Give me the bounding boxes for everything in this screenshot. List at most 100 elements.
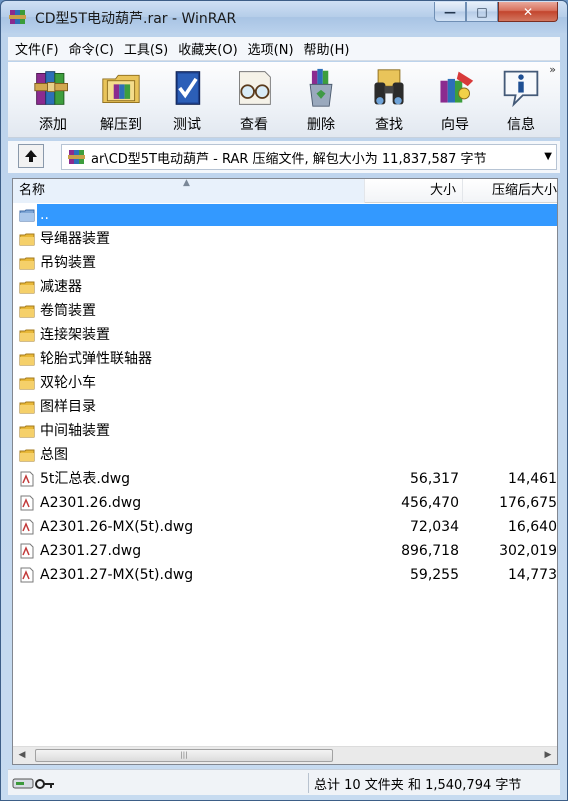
menu-tools[interactable]: 工具(S) xyxy=(120,39,172,58)
scroll-left-arrow-icon[interactable]: ◀ xyxy=(13,747,31,764)
minimize-button[interactable]: — xyxy=(434,2,466,22)
wizard-label: 向导 xyxy=(441,117,469,133)
table-row[interactable]: A2301.26.dwg 456,470 176,675 xyxy=(13,491,557,515)
extract-to-button[interactable]: 解压到 xyxy=(90,66,152,134)
info-icon xyxy=(503,70,539,108)
table-row[interactable]: 轮胎式弹性联轴器 xyxy=(13,347,557,371)
horizontal-scrollbar[interactable]: ◀ ||| ▶ xyxy=(13,746,557,764)
title-bar[interactable]: CD型5T电动葫芦.rar - WinRAR — □ ✕ xyxy=(1,1,567,33)
column-header-name[interactable]: ▲ 名称 xyxy=(13,179,365,203)
folder-icon xyxy=(19,233,35,246)
find-label: 查找 xyxy=(375,117,403,133)
menu-options[interactable]: 选项(N) xyxy=(244,39,298,58)
file-packed-size: 14,461 xyxy=(508,471,557,487)
table-row[interactable]: 连接架装置 xyxy=(13,323,557,347)
view-label: 查看 xyxy=(240,117,268,133)
folder-icon xyxy=(19,353,35,366)
path-combobox[interactable]: ar\CD型5T电动葫芦 - RAR 压缩文件, 解包大小为 11,837,58… xyxy=(61,144,557,170)
up-arrow-icon xyxy=(25,150,37,162)
dwg-file-icon xyxy=(20,495,34,511)
folder-icon xyxy=(19,281,35,294)
file-size: 456,470 xyxy=(401,495,459,511)
file-name: 导绳器装置 xyxy=(40,231,110,247)
dwg-file-icon xyxy=(20,567,34,583)
file-name: 图样目录 xyxy=(40,399,96,415)
up-folder-button[interactable] xyxy=(18,144,44,168)
table-row[interactable]: A2301.27.dwg 896,718 302,019 xyxy=(13,539,557,563)
file-size: 59,255 xyxy=(410,567,459,583)
file-list-header: ▲ 名称 大小 压缩后大小 xyxy=(13,179,557,203)
view-button[interactable]: 查看 xyxy=(223,66,285,134)
folder-icon xyxy=(19,377,35,390)
table-row[interactable]: A2301.27-MX(5t).dwg 59,255 14,773 xyxy=(13,563,557,587)
menu-commands[interactable]: 命令(C) xyxy=(65,39,118,58)
file-list[interactable]: ▲ 名称 大小 压缩后大小 .. 导绳器装置吊钩装置减速器卷筒装置连接架装置轮胎式… xyxy=(12,178,558,765)
table-row[interactable]: 中间轴装置 xyxy=(13,419,557,443)
add-label: 添加 xyxy=(39,117,67,133)
dwg-file-icon xyxy=(20,471,34,487)
file-name: 卷筒装置 xyxy=(40,303,96,319)
path-dropdown-chevron-icon[interactable]: ▼ xyxy=(544,151,552,162)
parent-folder-icon xyxy=(19,209,35,222)
file-packed-size: 176,675 xyxy=(499,495,557,511)
table-row[interactable]: 吊钩装置 xyxy=(13,251,557,275)
file-rows: .. 导绳器装置吊钩装置减速器卷筒装置连接架装置轮胎式弹性联轴器 双轮小车图样目录中… xyxy=(13,203,557,587)
close-button[interactable]: ✕ xyxy=(498,2,558,22)
sort-ascending-icon: ▲ xyxy=(183,178,190,188)
column-header-size[interactable]: 大小 xyxy=(365,179,463,203)
info-button[interactable]: 信息 xyxy=(490,66,552,134)
scroll-right-arrow-icon[interactable]: ▶ xyxy=(539,747,557,764)
delete-label: 删除 xyxy=(307,117,335,133)
column-header-packed[interactable]: 压缩后大小 xyxy=(463,179,557,203)
add-books-icon xyxy=(34,71,68,105)
table-row[interactable]: 双轮小车 xyxy=(13,371,557,395)
file-name: .. xyxy=(37,204,557,226)
menu-favorites[interactable]: 收藏夹(O) xyxy=(174,39,241,58)
folder-icon xyxy=(19,449,35,462)
delete-recycle-icon xyxy=(309,68,333,107)
wizard-button[interactable]: 向导 xyxy=(424,66,486,134)
table-row[interactable]: 导绳器装置 xyxy=(13,227,557,251)
winrar-app-icon xyxy=(9,10,26,24)
menu-bar: 文件(F) 命令(C) 工具(S) 收藏夹(O) 选项(N) 帮助(H) xyxy=(8,37,560,61)
table-row[interactable]: 卷筒装置 xyxy=(13,299,557,323)
file-name: 中间轴装置 xyxy=(40,423,110,439)
table-row[interactable]: 总图 xyxy=(13,443,557,467)
column-name-label: 名称 xyxy=(19,183,46,198)
maximize-button[interactable]: □ xyxy=(466,2,498,22)
folder-icon xyxy=(19,401,35,414)
file-name: 减速器 xyxy=(40,279,82,295)
add-button[interactable]: 添加 xyxy=(22,66,84,134)
folder-icon xyxy=(19,425,35,438)
file-name: 连接架装置 xyxy=(40,327,110,343)
scroll-thumb[interactable]: ||| xyxy=(35,749,333,762)
dwg-file-icon xyxy=(20,543,34,559)
table-row[interactable]: A2301.26-MX(5t).dwg 72,034 16,640 xyxy=(13,515,557,539)
file-name: 5t汇总表.dwg xyxy=(40,471,131,487)
window-title: CD型5T电动葫芦.rar - WinRAR xyxy=(35,11,237,27)
file-name: A2301.27.dwg xyxy=(40,543,142,559)
file-size: 896,718 xyxy=(401,543,459,559)
path-bar: ar\CD型5T电动葫芦 - RAR 压缩文件, 解包大小为 11,837,58… xyxy=(8,141,560,173)
delete-button[interactable]: 删除 xyxy=(290,66,352,134)
table-row[interactable]: 减速器 xyxy=(13,275,557,299)
file-size: 72,034 xyxy=(410,519,459,535)
dwg-file-icon xyxy=(20,519,34,535)
table-row[interactable]: .. xyxy=(13,203,557,227)
drive-key-icon xyxy=(12,778,54,789)
file-name: 总图 xyxy=(40,447,68,463)
find-button[interactable]: 查找 xyxy=(358,66,420,134)
status-bar: 总计 10 文件夹 和 1,540,794 字节 xyxy=(8,769,560,795)
status-separator xyxy=(308,773,309,793)
folder-icon xyxy=(19,305,35,318)
table-row[interactable]: 图样目录 xyxy=(13,395,557,419)
toolbar: 添加 解压到 测试 查看 删除 查找 向导 信息 » xyxy=(8,62,560,138)
status-text: 总计 10 文件夹 和 1,540,794 字节 xyxy=(314,778,522,793)
archive-icon xyxy=(68,150,85,164)
table-row[interactable]: 5t汇总表.dwg 56,317 14,461 xyxy=(13,467,557,491)
toolbar-overflow-chevron-icon[interactable]: » xyxy=(549,63,556,76)
menu-help[interactable]: 帮助(H) xyxy=(300,39,354,58)
test-button[interactable]: 测试 xyxy=(156,66,218,134)
folder-icon xyxy=(19,329,35,342)
menu-file[interactable]: 文件(F) xyxy=(8,39,63,58)
